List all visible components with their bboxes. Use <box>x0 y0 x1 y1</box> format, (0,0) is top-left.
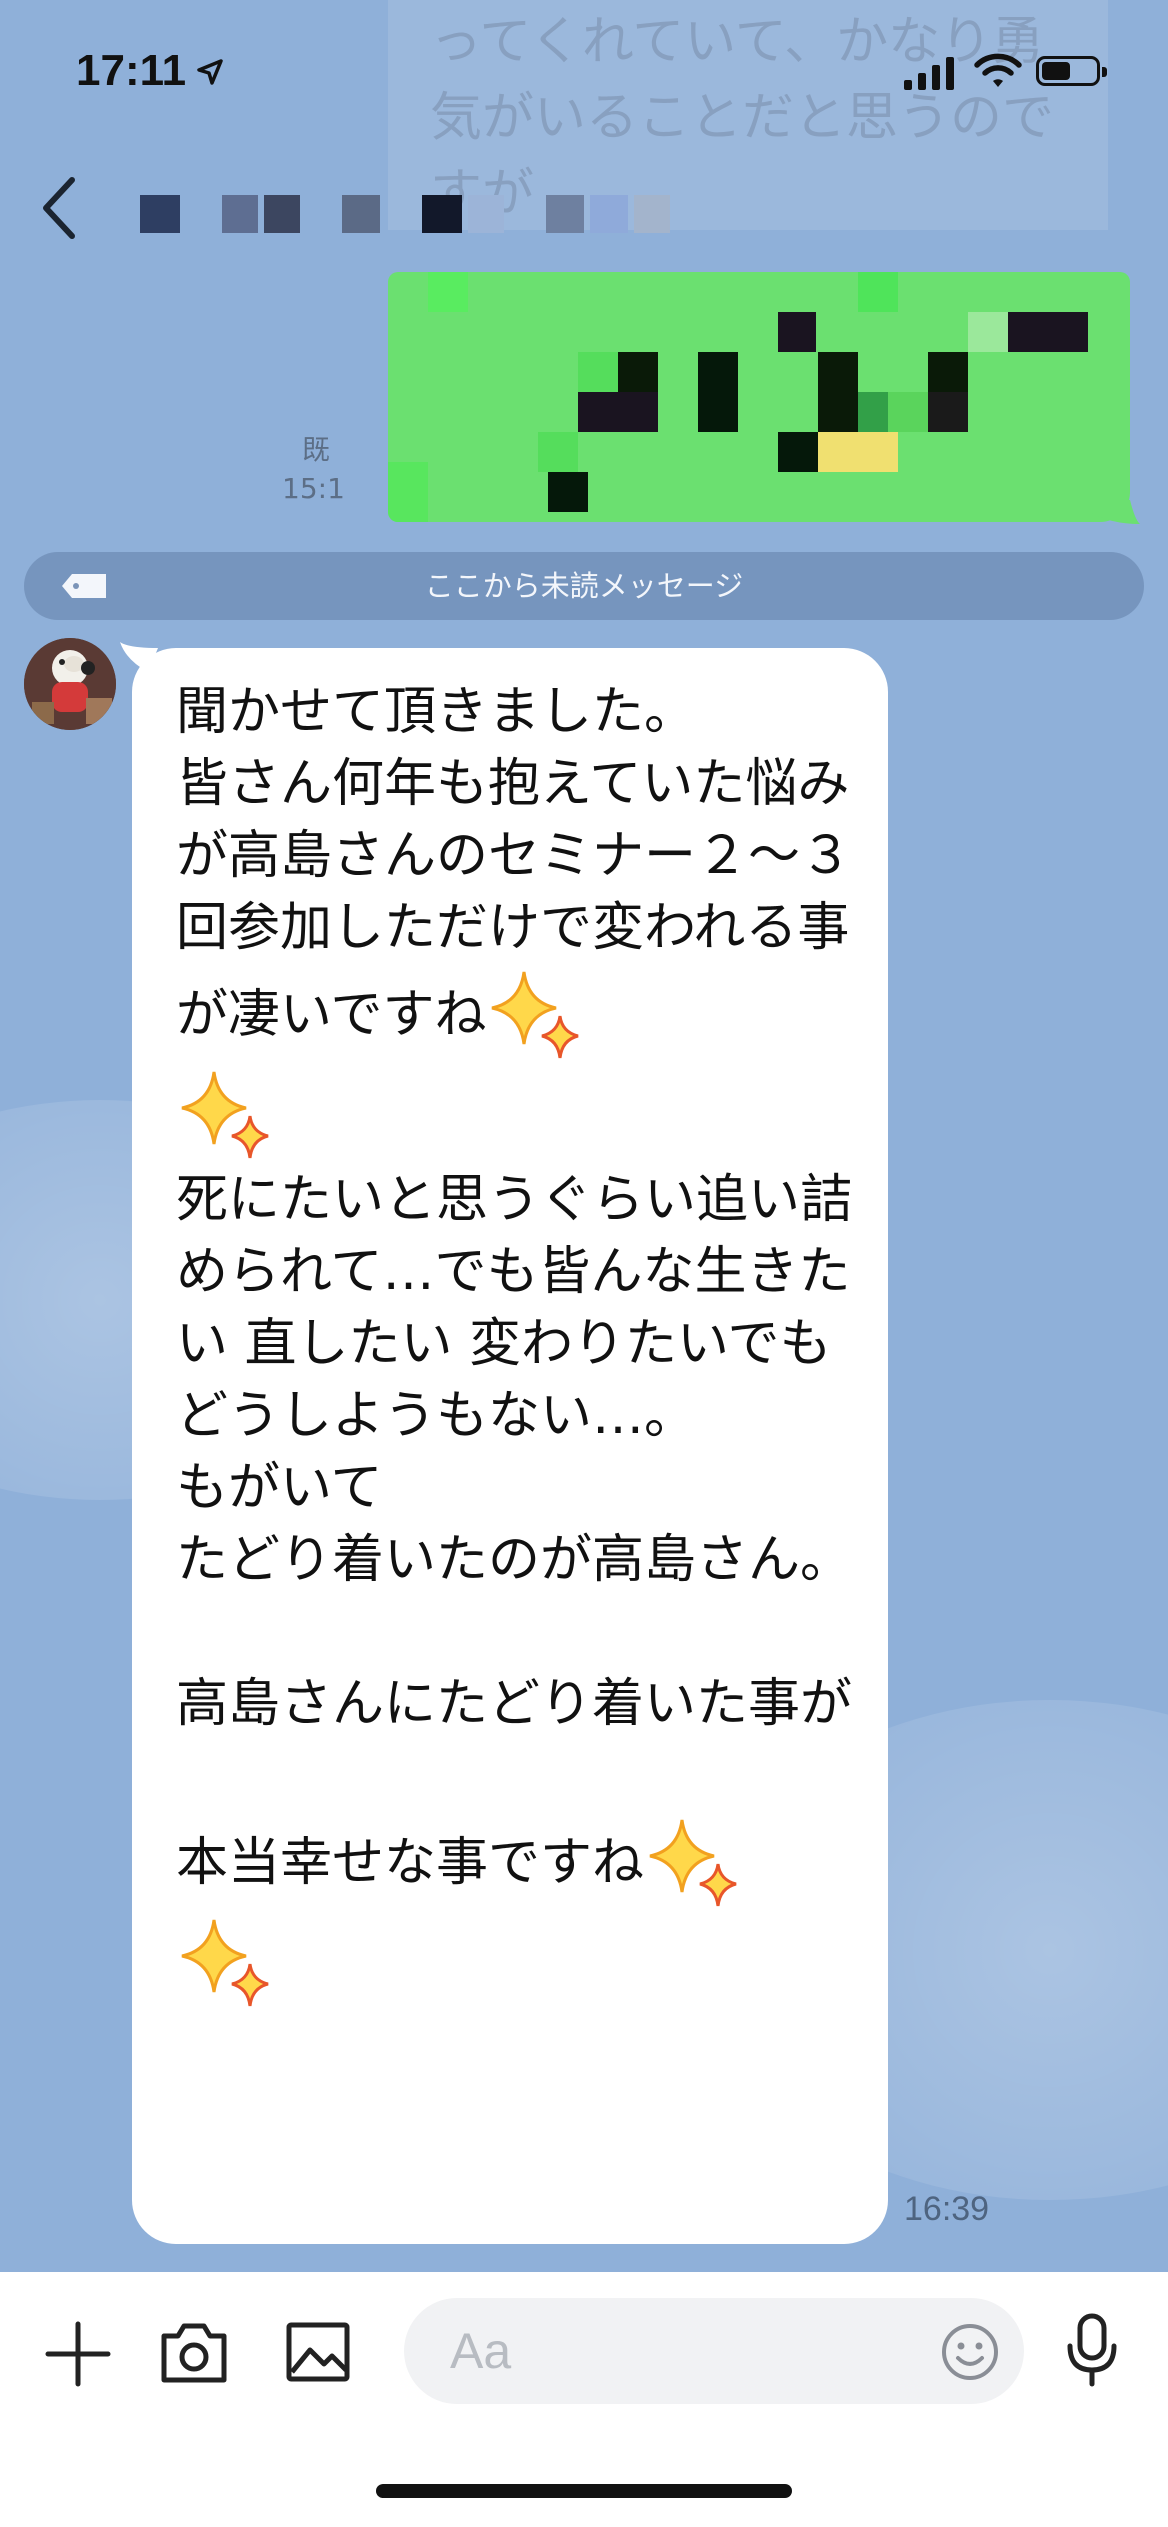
unread-divider-label: ここから未読メッセージ <box>424 569 744 603</box>
outgoing-message-bubble-pixelated[interactable] <box>388 272 1130 522</box>
plus-icon[interactable] <box>44 2320 112 2388</box>
unread-divider: ここから未読メッセージ <box>24 552 1144 620</box>
outgoing-bubble-tail <box>1090 500 1140 524</box>
sparkles-icon <box>181 1919 269 2007</box>
sparkles-icon <box>649 1819 737 1907</box>
image-icon[interactable] <box>284 2318 352 2386</box>
camera-icon[interactable] <box>158 2318 230 2386</box>
location-arrow-icon <box>197 59 223 85</box>
message-input-placeholder: Aa <box>450 2323 512 2379</box>
wifi-icon <box>974 53 1022 87</box>
sparkles-icon <box>492 971 579 1059</box>
incoming-timestamp: 16:39 <box>904 2190 990 2228</box>
read-receipt: 既 <box>302 433 331 466</box>
home-indicator <box>376 2484 792 2498</box>
contact-name-blurred[interactable] <box>140 190 780 238</box>
chevron-left-icon[interactable] <box>36 172 80 244</box>
microphone-icon[interactable] <box>1064 2312 1120 2388</box>
status-bar: 17:11 <box>0 0 1168 140</box>
message-text-segment: 死にたいと思うぐらい追い詰められて…でも皆んな生きたい 直したい 変わりたいでも… <box>176 1170 853 1893</box>
battery-icon <box>1036 56 1107 86</box>
chat-screen: ってくれていて、かなり勇 気がいることだと思うので すが 17:11 既 15:… <box>0 0 1168 2527</box>
avatar[interactable] <box>24 638 116 730</box>
status-time: 17:11 <box>76 46 187 95</box>
emoji-icon[interactable] <box>940 2322 1000 2382</box>
avatar-image <box>24 638 116 730</box>
message-input[interactable]: Aa <box>404 2298 1024 2404</box>
sparkles-icon <box>181 1071 269 1159</box>
incoming-message-text: 聞かせて頂きました。 皆さん何年も抱えていた悩みが高島さんのセミナー２〜３回参加… <box>176 676 876 2012</box>
outgoing-timestamp: 15:1 <box>282 472 345 505</box>
cellular-signal-icon <box>904 56 954 90</box>
